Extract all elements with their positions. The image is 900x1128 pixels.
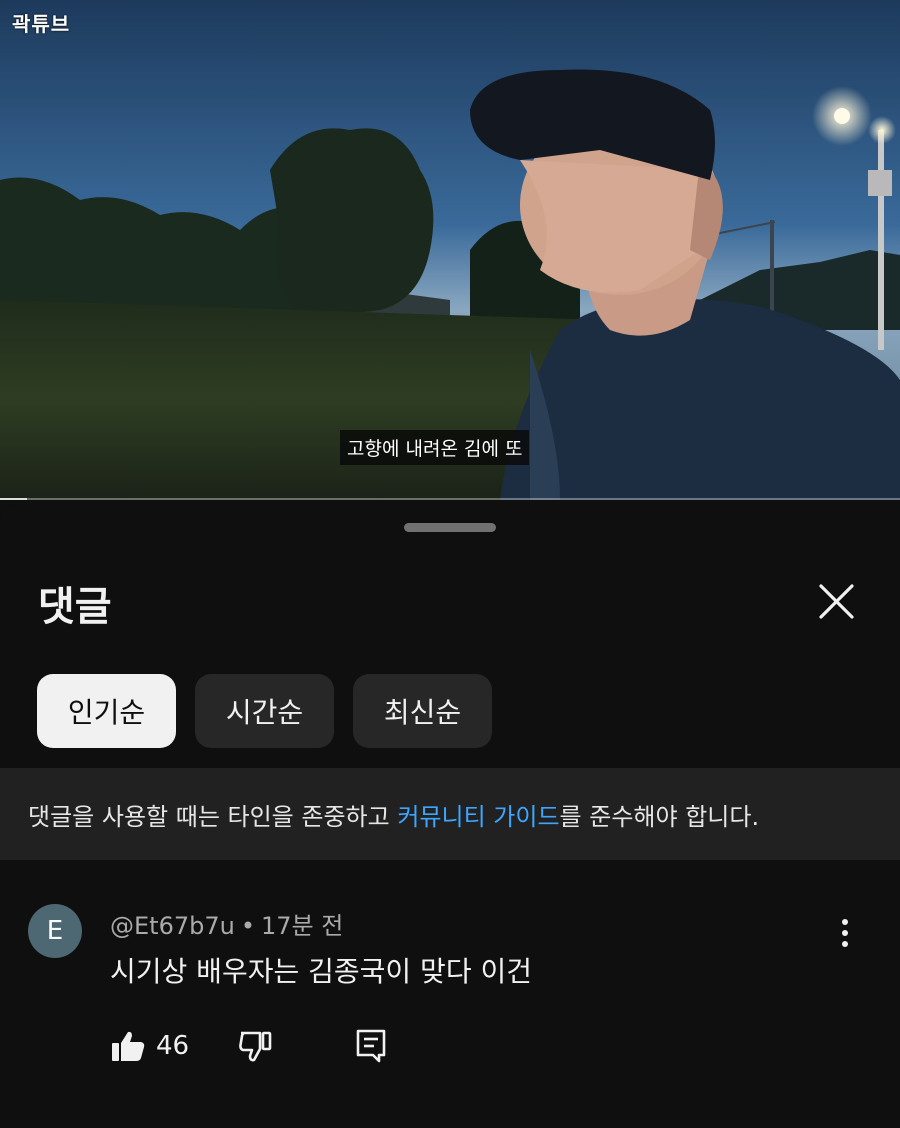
video-progress-fill (0, 498, 27, 500)
channel-watermark: 곽튜브 (12, 12, 71, 36)
close-icon (819, 584, 854, 619)
comment-text: 시기상 배우자는 김종국이 맞다 이건 (110, 955, 533, 988)
thumb-down-icon (239, 1031, 272, 1062)
like-count: 46 (156, 1031, 190, 1061)
chip-popular[interactable]: 인기순 (37, 674, 176, 748)
comments-sheet: 댓글 인기순 시간순 최신순 댓글을 사용할 때는 타인을 존중하고 커뮤니티 … (0, 504, 900, 1128)
guideline-suffix: 를 준수해야 합니다. (559, 802, 760, 831)
thumb-up-icon (112, 1031, 145, 1061)
close-button[interactable] (812, 578, 860, 626)
comments-title: 댓글 (38, 584, 112, 630)
avatar[interactable]: E (28, 904, 82, 958)
guideline-prefix: 댓글을 사용할 때는 타인을 존중하고 (28, 802, 398, 831)
video-frame (0, 0, 900, 500)
chip-newest[interactable]: 최신순 (353, 674, 492, 748)
video-subtitle: 고향에 내려온 김에 또 (340, 430, 530, 465)
community-guidelines-link[interactable]: 커뮤니티 가이드 (397, 797, 559, 832)
reply-button[interactable] (354, 1028, 388, 1064)
sheet-drag-handle[interactable] (404, 523, 496, 532)
reply-icon (356, 1029, 386, 1063)
comment-item: E @Et67b7u • 17분 전 시기상 배우자는 김종국이 맞다 이건 46 (0, 900, 900, 1100)
sort-chips: 인기순 시간순 최신순 (37, 674, 492, 748)
meta-separator: • (240, 912, 255, 940)
like-button[interactable] (110, 1028, 146, 1064)
dislike-button[interactable] (238, 1028, 274, 1064)
guideline-banner: 댓글을 사용할 때는 타인을 존중하고 커뮤니티 가이드 를 준수해야 합니다. (0, 768, 900, 860)
comment-meta: @Et67b7u • 17분 전 (110, 906, 343, 941)
comment-time: 17분 전 (260, 912, 344, 940)
comment-author[interactable]: @Et67b7u (110, 912, 235, 940)
comment-more-button[interactable] (830, 916, 860, 950)
chip-time[interactable]: 시간순 (195, 674, 334, 748)
video-progress-bar[interactable] (0, 498, 900, 500)
more-vert-icon (842, 919, 848, 947)
video-player[interactable]: 곽튜브 고향에 내려온 김에 또 (0, 0, 900, 500)
